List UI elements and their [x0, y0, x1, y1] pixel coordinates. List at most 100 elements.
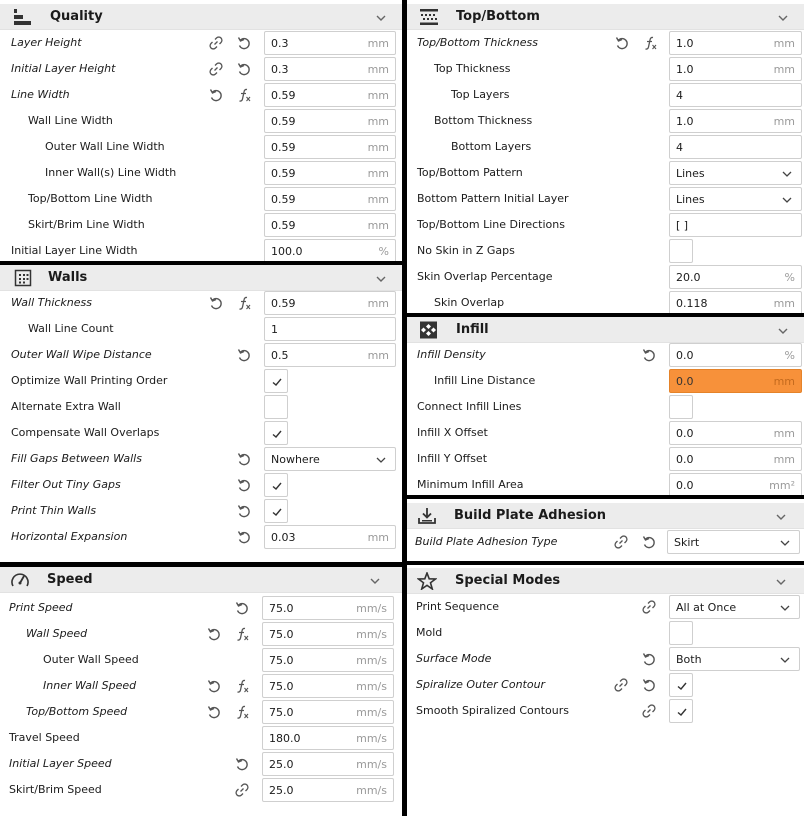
print-speed-input[interactable]: 75.0 mm/s	[262, 596, 394, 620]
link-icon	[613, 534, 629, 550]
infill-header[interactable]: Infill	[407, 317, 804, 343]
initial-layer-speed-input[interactable]: 25.0 mm/s	[262, 752, 394, 776]
wall-line-count-input[interactable]: 1	[264, 317, 396, 341]
surface-mode-dropdown[interactable]: Both	[669, 647, 800, 671]
reset-icon[interactable]	[206, 704, 222, 720]
setting-label: Compensate Wall Overlaps	[11, 426, 160, 439]
check-icon	[272, 482, 282, 490]
connect-infill-lines-checkbox[interactable]	[669, 395, 693, 419]
spiralize-checkbox[interactable]	[669, 673, 693, 697]
function-icon[interactable]	[236, 295, 252, 311]
setting-label: Bottom Thickness	[434, 114, 533, 127]
compensate-overlaps-checkbox[interactable]	[264, 421, 288, 445]
chevron-down-icon[interactable]	[374, 10, 388, 24]
optimize-order-checkbox[interactable]	[264, 369, 288, 393]
reset-icon[interactable]	[236, 451, 252, 467]
reset-icon[interactable]	[641, 651, 657, 667]
function-icon[interactable]	[234, 704, 250, 720]
field-value: 1.0	[676, 63, 694, 76]
chevron-down-icon[interactable]	[774, 509, 788, 523]
setting-initial-layer-speed: Initial Layer Speed 25.0 mm/s	[0, 751, 402, 777]
print-thin-walls-checkbox[interactable]	[264, 499, 288, 523]
bottom-layers-input[interactable]: 4	[669, 135, 802, 159]
topbottom-header[interactable]: Top/Bottom	[407, 4, 804, 30]
adhesion-type-dropdown[interactable]: Skirt	[667, 530, 800, 554]
speed-header[interactable]: Speed	[0, 567, 402, 593]
reset-icon[interactable]	[641, 534, 657, 550]
field-value: 0.0	[676, 375, 694, 388]
top-thickness-input[interactable]: 1.0 mm	[669, 57, 802, 81]
quality-header[interactable]: Quality	[0, 4, 402, 30]
inner-wall-line-width-input[interactable]: 0.59 mm	[264, 161, 396, 185]
tb-thickness-input[interactable]: 1.0 mm	[669, 31, 802, 55]
wall-line-width-input[interactable]: 0.59 mm	[264, 109, 396, 133]
reset-icon[interactable]	[206, 678, 222, 694]
setting-label: Initial Layer Line Width	[11, 244, 138, 257]
alternate-extra-checkbox[interactable]	[264, 395, 288, 419]
chevron-down-icon[interactable]	[776, 10, 790, 24]
reset-icon[interactable]	[614, 35, 630, 51]
smooth-spiralized-checkbox[interactable]	[669, 699, 693, 723]
reset-icon[interactable]	[208, 295, 224, 311]
walls-header[interactable]: Walls	[0, 265, 402, 291]
outer-wall-speed-input[interactable]: 75.0 mm/s	[262, 648, 394, 672]
bottom-thickness-input[interactable]: 1.0 mm	[669, 109, 802, 133]
field-unit: mm	[773, 115, 795, 128]
layer-height-input[interactable]: 0.3 mm	[264, 31, 396, 55]
reset-icon[interactable]	[641, 677, 657, 693]
top-bottom-line-width-input[interactable]: 0.59 mm	[264, 187, 396, 211]
reset-icon[interactable]	[206, 626, 222, 642]
initial-layer-line-width-input[interactable]: 100.0%	[264, 239, 396, 261]
reset-icon[interactable]	[234, 600, 250, 616]
top-bottom-speed-input[interactable]: 75.0 mm/s	[262, 700, 394, 724]
no-skin-z-gaps-checkbox[interactable]	[669, 239, 693, 263]
reset-icon[interactable]	[236, 347, 252, 363]
infill-line-distance-input[interactable]: 0.0 mm	[669, 369, 802, 393]
chevron-down-icon[interactable]	[774, 574, 788, 588]
check-icon	[272, 508, 282, 516]
reset-icon[interactable]	[641, 347, 657, 363]
mold-checkbox[interactable]	[669, 621, 693, 645]
tb-line-directions-input[interactable]: [ ]	[669, 213, 802, 237]
reset-icon[interactable]	[236, 61, 252, 77]
infill-y-offset-input[interactable]: 0.0 mm	[669, 447, 802, 471]
initial-layer-height-input[interactable]: 0.3 mm	[264, 57, 396, 81]
outer-wall-wipe-input[interactable]: 0.5 mm	[264, 343, 396, 367]
reset-icon[interactable]	[236, 477, 252, 493]
chevron-down-icon[interactable]	[374, 271, 388, 285]
skin-overlap-pct-input[interactable]: 20.0%	[669, 265, 802, 289]
line-width-input[interactable]: 0.59 mm	[264, 83, 396, 107]
reset-icon[interactable]	[208, 87, 224, 103]
top-layers-input[interactable]: 4	[669, 83, 802, 107]
reset-icon[interactable]	[236, 503, 252, 519]
chevron-down-icon[interactable]	[368, 573, 382, 587]
tb-pattern-dropdown[interactable]: Lines	[669, 161, 802, 185]
infill-density-input[interactable]: 0.0%	[669, 343, 802, 367]
reset-icon[interactable]	[236, 35, 252, 51]
wall-speed-input[interactable]: 75.0 mm/s	[262, 622, 394, 646]
outer-wall-line-width-input[interactable]: 0.59 mm	[264, 135, 396, 159]
infill-x-offset-input[interactable]: 0.0 mm	[669, 421, 802, 445]
print-sequence-dropdown[interactable]: All at Once	[669, 595, 800, 619]
min-infill-area-input[interactable]: 0.0 mm²	[669, 473, 802, 495]
horizontal-expansion-input[interactable]: 0.03 mm	[264, 525, 396, 549]
chevron-down-icon[interactable]	[776, 323, 790, 337]
travel-speed-input[interactable]: 180.0 mm/s	[262, 726, 394, 750]
wall-thickness-input[interactable]: 0.59 mm	[264, 291, 396, 315]
fill-gaps-dropdown[interactable]: Nowhere	[264, 447, 396, 471]
reset-icon[interactable]	[234, 756, 250, 772]
filter-tiny-gaps-checkbox[interactable]	[264, 473, 288, 497]
special-header[interactable]: Special Modes	[407, 568, 804, 594]
function-icon[interactable]	[236, 87, 252, 103]
bottom-pattern-initial-dropdown[interactable]: Lines	[669, 187, 802, 211]
adhesion-header[interactable]: Build Plate Adhesion	[407, 503, 804, 529]
setting-infill-density: Infill Density 0.0%	[407, 342, 804, 368]
skirt-brim-speed-input[interactable]: 25.0 mm/s	[262, 778, 394, 802]
inner-wall-speed-input[interactable]: 75.0 mm/s	[262, 674, 394, 698]
function-icon[interactable]	[234, 626, 250, 642]
skin-overlap-input[interactable]: 0.118 mm	[669, 291, 802, 313]
reset-icon[interactable]	[236, 529, 252, 545]
function-icon[interactable]	[234, 678, 250, 694]
function-icon[interactable]	[642, 35, 658, 51]
skirt-brim-line-width-input[interactable]: 0.59 mm	[264, 213, 396, 237]
